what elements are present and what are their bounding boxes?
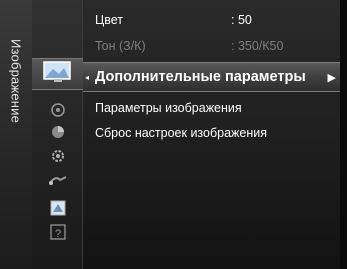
menu-item-picture-reset[interactable]: Сброс настроек изображения: [83, 122, 340, 144]
menu-item-label: Дополнительные параметры: [95, 69, 306, 85]
menu-item-label: Параметры изображения: [95, 101, 242, 115]
category-label-box: Изображение: [2, 26, 30, 136]
menu-item-label: Сброс настроек изображения: [95, 126, 267, 140]
support-icon[interactable]: ?: [49, 223, 67, 241]
menu-item-value: : 350/К50: [231, 39, 284, 53]
menu-item-advanced-settings[interactable]: ◂ Дополнительные параметры ▶: [83, 62, 340, 92]
sound-icon[interactable]: [50, 102, 66, 118]
picture-icon[interactable]: [41, 60, 75, 84]
right-gutter: [340, 0, 347, 269]
category-label: Изображение: [8, 38, 24, 124]
menu-item-value: : 50: [231, 13, 252, 27]
menu-list: Цвет : 50 Тон (З/К) : 350/К50 ◂ Дополнит…: [83, 0, 340, 269]
menu-item-picture-options[interactable]: Параметры изображения: [83, 97, 340, 119]
application-icon[interactable]: [49, 199, 67, 217]
category-strip: Изображение: [0, 0, 33, 269]
input-icon[interactable]: [48, 173, 68, 187]
menu-item-tint: Тон (З/К) : 350/К50: [83, 35, 340, 57]
setup-icon[interactable]: [49, 147, 67, 165]
left-arrow-icon: ◂: [85, 72, 90, 82]
menu-item-label: Цвет: [95, 13, 124, 27]
menu-item-label: Тон (З/К): [95, 39, 146, 53]
svg-text:?: ?: [55, 228, 61, 240]
tv-menu-screen: Изображение ? Цвет: 50 Тон (З/К): 350/…: [0, 0, 347, 269]
menu-item-color[interactable]: Цвет : 50: [83, 9, 340, 31]
right-arrow-icon: ▶: [327, 71, 336, 84]
channel-icon[interactable]: [50, 124, 66, 140]
